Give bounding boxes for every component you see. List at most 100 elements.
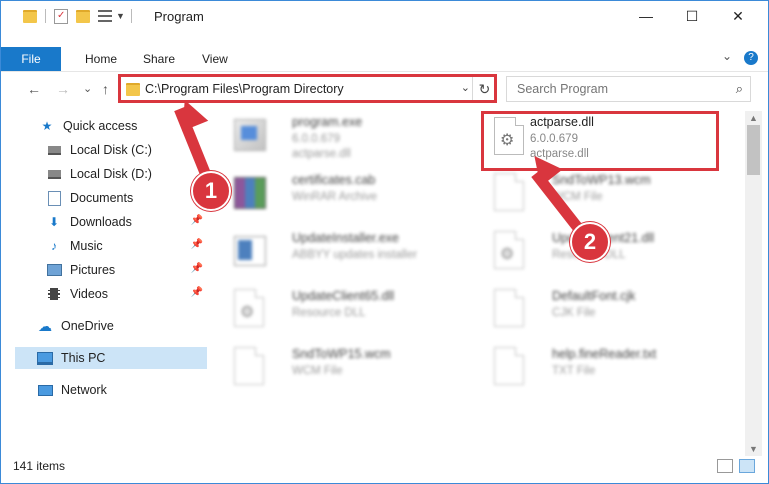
star-icon: ★ [41,119,53,133]
network-icon [37,383,53,397]
file-item[interactable]: SndToWP15.wcm WCM File [226,343,466,393]
documents-icon [46,190,62,206]
sidebar-item-label: Videos [70,287,108,301]
file-name: program.exe [292,115,363,129]
quick-access-toolbar: ✓ ▼ [23,8,132,24]
sidebar-item-local-disk-d[interactable]: Local Disk (D:) [46,163,207,185]
sidebar-item-pictures[interactable]: Pictures 📌 [46,259,207,281]
up-button[interactable]: ↑ [102,81,109,97]
sidebar-item-label: Quick access [63,119,138,133]
drive-icon [46,143,62,157]
sidebar-item-onedrive[interactable]: ☁ OneDrive [37,315,207,337]
file-version: 6.0.0.679 [292,133,340,145]
file-description: actparse.dll [292,148,351,160]
pin-icon[interactable]: 📌 [191,239,203,250]
sidebar-item-label: This PC [61,351,106,365]
toolbar-separator [130,9,132,23]
archive-icon [234,173,268,213]
file-item[interactable]: UpdateInstaller.exe ABBYY updates instal… [226,227,466,277]
explorer-window: ✓ ▼ Program — ☐ ✕ File Home Share View ⌄… [0,0,769,484]
status-bar: 141 items [1,453,768,481]
forward-button[interactable]: → [56,81,70,97]
file-name: DefaultFont.cjk [552,289,636,303]
file-item[interactable]: SndToWP13.wcm WCM File [486,169,726,219]
dropdown-arrow-icon[interactable]: ▼ [116,11,125,21]
file-type: Resource DLL [292,307,366,319]
file-type: TXT File [552,365,596,377]
pin-icon[interactable]: 📌 [191,215,203,226]
computer-icon [37,351,53,365]
dll-gear-icon: ⚙ [494,231,528,271]
file-name: help.fineReader.txt [552,347,657,361]
exe-icon [234,115,268,155]
file-item[interactable]: help.fineReader.txt TXT File [486,343,726,393]
file-type: WinRAR Archive [292,191,377,203]
file-name: certificates.cab [292,173,376,187]
address-highlight-box [118,74,497,103]
customize-icon[interactable] [98,10,112,22]
maximize-button[interactable]: ☐ [669,1,715,31]
pictures-icon [46,263,62,277]
file-name: UpdateInstaller.exe [292,231,400,245]
sidebar-item-label: Documents [70,191,134,205]
pin-icon[interactable]: 📌 [191,263,203,274]
file-type: CJK File [552,307,596,319]
file-item[interactable]: DefaultFont.cjk CJK File [486,285,726,335]
new-folder-icon[interactable] [76,9,90,23]
text-file-icon [494,347,528,387]
file-highlight-box [481,111,719,171]
step-2-badge: 2 [570,222,610,262]
file-item[interactable]: certificates.cab WinRAR Archive [226,169,466,219]
scrollbar-thumb[interactable] [747,125,760,175]
tab-file[interactable]: File [1,47,61,71]
minimize-button[interactable]: — [623,1,669,31]
toolbar-separator [45,9,46,23]
sidebar-item-label: OneDrive [61,319,114,333]
folder-icon [23,9,37,23]
properties-icon[interactable]: ✓ [54,8,68,24]
cloud-icon: ☁ [38,317,52,334]
large-icons-view-icon[interactable] [739,459,755,473]
download-icon: ⬇ [48,215,60,229]
help-icon[interactable]: ? [744,51,758,65]
tab-view[interactable]: View [202,47,228,71]
step-1-badge: 1 [191,171,231,211]
sidebar-item-documents[interactable]: Documents [46,187,207,209]
sidebar-item-music[interactable]: ♪ Music 📌 [46,235,207,257]
pin-icon[interactable]: 📌 [191,287,203,298]
sidebar-item-label: Pictures [70,263,116,277]
file-name: SndToWP15.wcm [292,347,391,361]
close-button[interactable]: ✕ [715,1,761,31]
search-icon[interactable]: ⌕ [736,81,743,97]
tab-share[interactable]: Share [143,47,175,71]
scroll-up-icon[interactable]: ▲ [749,113,758,123]
title-bar: ✓ ▼ Program — ☐ ✕ [1,1,768,31]
sidebar-item-label: Local Disk (C:) [70,143,152,157]
item-count: 141 items [13,459,66,473]
file-item[interactable]: ⚙ UpdateClient65.dll Resource DLL [226,285,466,335]
sidebar-item-downloads[interactable]: ⬇ Downloads 📌 [46,211,207,233]
navigation-pane: ★ Quick access Local Disk (C:) Local Dis… [1,111,211,451]
sidebar-item-label: Network [61,383,107,397]
recent-locations-button[interactable]: ⌄ [83,82,92,95]
videos-icon [46,287,62,301]
file-name: SndToWP13.wcm [552,173,651,187]
vertical-scrollbar[interactable]: ▲ ▼ [745,111,762,456]
sidebar-item-videos[interactable]: Videos 📌 [46,283,207,305]
sidebar-item-this-pc[interactable]: This PC [15,347,207,369]
installer-icon [234,231,268,271]
ribbon-collapse-button[interactable]: ⌄ [722,49,732,63]
sidebar-item-local-disk-c[interactable]: Local Disk (C:) [46,139,207,161]
tab-home[interactable]: Home [85,47,117,71]
sidebar-item-label: Local Disk (D:) [70,167,152,181]
details-view-icon[interactable] [717,459,733,473]
search-box[interactable]: ⌕ [506,76,751,102]
file-icon [234,347,268,387]
sidebar-item-network[interactable]: Network [37,379,207,401]
music-icon: ♪ [51,239,57,253]
file-item[interactable]: program.exe 6.0.0.679 actparse.dll [226,111,466,161]
back-button[interactable]: ← [27,81,41,97]
dll-gear-icon: ⚙ [234,289,268,329]
search-input[interactable] [515,81,719,97]
file-icon [494,289,528,329]
